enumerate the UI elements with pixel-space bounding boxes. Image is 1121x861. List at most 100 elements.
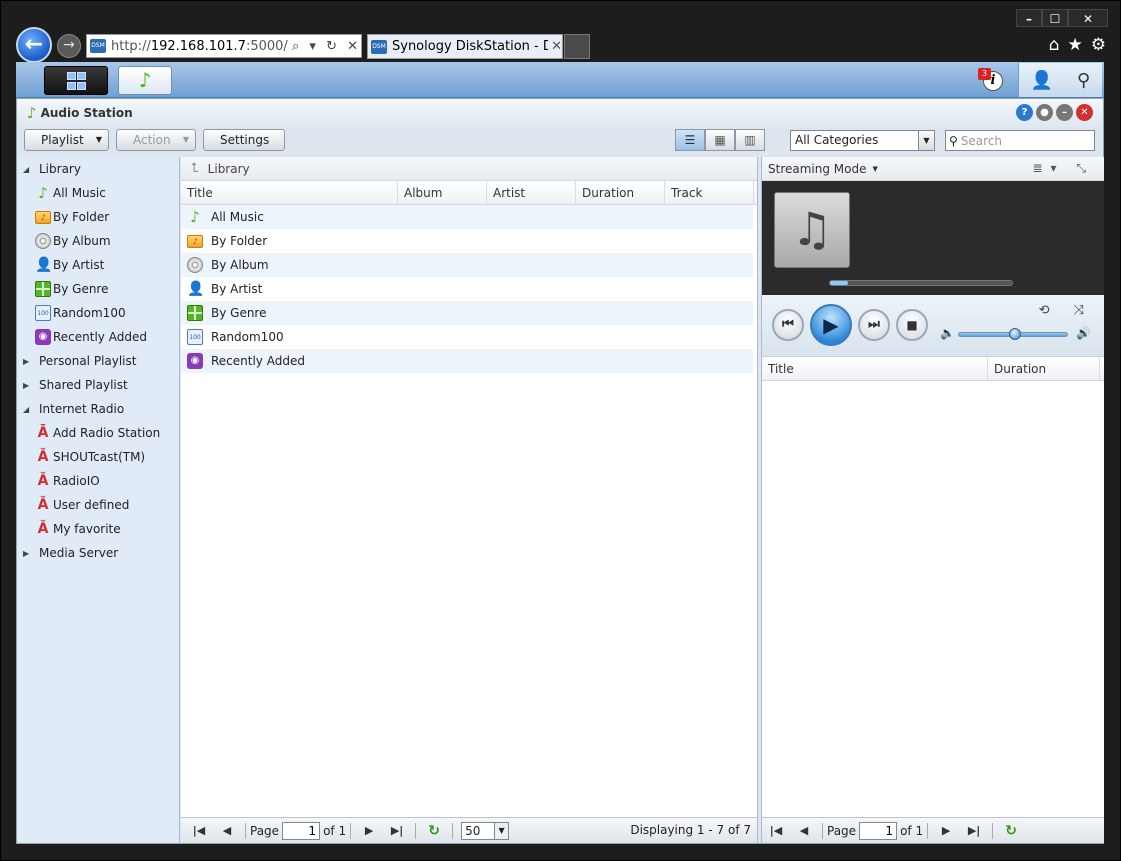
main-menu-button[interactable] <box>44 66 108 95</box>
refresh-icon[interactable]: ↻ <box>424 823 444 839</box>
row-title: Recently Added <box>211 354 305 368</box>
volume-slider-knob[interactable] <box>1009 328 1022 340</box>
coverflow-view-button[interactable]: ▥ <box>735 129 765 151</box>
tree-item-add-radio-station[interactable]: Ā Add Radio Station <box>35 423 161 443</box>
settings-gear-icon[interactable]: ⚙ <box>1091 35 1106 55</box>
last-page-icon[interactable]: ▶| <box>964 824 984 837</box>
repeat-shuffle-icons[interactable]: ⟲ ⤨ <box>1039 303 1094 318</box>
tree-item-by-album[interactable]: By Album <box>35 231 111 251</box>
last-page-icon[interactable]: ▶| <box>387 824 407 837</box>
pin-button[interactable]: ● <box>1036 104 1053 121</box>
table-row[interactable]: ◉ Recently Added <box>181 349 753 373</box>
collapsed-triangle-icon[interactable]: ▶ <box>23 357 33 366</box>
tree-item-random100[interactable]: 100 Random100 <box>35 303 126 323</box>
prev-page-icon[interactable]: ◀ <box>217 824 237 837</box>
list-view-button[interactable]: ☰ <box>675 129 705 151</box>
column-header-artist[interactable]: Artist <box>487 181 576 205</box>
collapsed-triangle-icon[interactable]: ▶ <box>23 549 33 558</box>
table-row[interactable]: By Album <box>181 253 753 277</box>
table-row[interactable]: By Genre <box>181 301 753 325</box>
action-button[interactable]: Action ▼ <box>116 129 196 151</box>
column-header-album[interactable]: Album <box>398 181 487 205</box>
table-row[interactable]: 100 Random100 <box>181 325 753 349</box>
tab-close-icon[interactable]: ✕ <box>551 39 562 54</box>
table-row[interactable]: 👤 By Artist <box>181 277 753 301</box>
queue-page-number-input[interactable] <box>859 821 898 840</box>
search-input[interactable] <box>960 133 1086 148</box>
table-row[interactable]: ♪ By Folder <box>181 229 753 253</box>
next-page-icon[interactable]: ▶ <box>936 824 956 837</box>
column-header-track[interactable]: Track <box>665 181 754 205</box>
close-window-button[interactable]: ✕ <box>1068 9 1108 27</box>
collapsed-triangle-icon[interactable]: ▶ <box>23 381 33 390</box>
stop-button[interactable]: ■ <box>896 309 928 341</box>
expanded-triangle-icon[interactable]: ◢ <box>23 165 33 174</box>
queue-column-duration[interactable]: Duration <box>988 357 1100 381</box>
playlist-button-label: Playlist <box>41 133 84 147</box>
audio-station-taskbar-button[interactable]: ♪ <box>118 66 172 95</box>
settings-button[interactable]: Settings <box>203 129 285 151</box>
category-select[interactable]: All Categories ▼ <box>790 130 935 151</box>
search-icon[interactable]: ⚲ <box>1077 70 1090 91</box>
browser-tab[interactable]: DSM Synology DiskStation - Di... ✕ <box>367 34 563 59</box>
first-page-icon[interactable]: |◀ <box>189 824 209 837</box>
tree-node-shared-playlist[interactable]: ▶ Shared Playlist <box>23 375 128 395</box>
app-close-button[interactable]: ✕ <box>1076 104 1093 121</box>
streaming-mode-select[interactable]: Streaming Mode <box>768 162 866 176</box>
chevron-down-icon[interactable]: ▼ <box>872 165 877 173</box>
refresh-icon[interactable]: ↻ <box>1001 823 1021 839</box>
page-size-value: 50 <box>465 823 481 838</box>
expanded-triangle-icon[interactable]: ◢ <box>23 405 33 414</box>
tree-item-by-artist[interactable]: 👤 By Artist <box>35 255 104 275</box>
url-text[interactable]: http://192.168.101.7:5000/webr <box>111 39 288 54</box>
user-icon[interactable]: 👤 <box>1031 70 1053 91</box>
page-number-input[interactable] <box>282 821 321 840</box>
help-button[interactable]: ? <box>1016 104 1033 121</box>
tree-item-all-music[interactable]: ♪ All Music <box>35 183 106 203</box>
notifications-button[interactable]: i 3 <box>978 68 1006 92</box>
tree-node-media-server[interactable]: ▶ Media Server <box>23 543 118 563</box>
next-page-icon[interactable]: ▶ <box>359 824 379 837</box>
chevron-down-icon[interactable]: ▼ <box>494 822 509 839</box>
playback-progress-bar[interactable] <box>829 280 1013 286</box>
next-track-button[interactable]: ⏭ <box>858 309 890 341</box>
app-minimize-button[interactable]: – <box>1056 104 1073 121</box>
page-size-select[interactable]: 50 ▼ <box>461 821 510 840</box>
tree-item-my-favorite[interactable]: Ă My favorite <box>35 519 121 539</box>
tree-item-shoutcast[interactable]: Ă SHOUTcast(TM) <box>35 447 146 467</box>
favorites-star-icon[interactable]: ★ <box>1068 35 1083 55</box>
queue-column-title[interactable]: Title <box>762 357 988 381</box>
previous-track-button[interactable]: ⏮ <box>772 309 804 341</box>
forward-button[interactable]: → <box>57 34 81 58</box>
up-folder-icon[interactable]: ⮤ <box>191 161 199 176</box>
tree-node-library[interactable]: ◢ Library <box>23 159 81 179</box>
column-header-duration[interactable]: Duration <box>576 181 665 205</box>
home-icon[interactable]: ⌂ <box>1049 35 1060 55</box>
category-select-value: All Categories <box>795 133 879 147</box>
first-page-icon[interactable]: |◀ <box>766 824 786 837</box>
address-bar-buttons[interactable]: ⌕ ▾ ↻ ✕ <box>292 39 361 54</box>
tree-node-personal-playlist[interactable]: ▶ Personal Playlist <box>23 351 136 371</box>
column-header-title[interactable]: Title <box>181 181 398 205</box>
new-tab-button[interactable] <box>564 34 590 59</box>
tree-item-radioio[interactable]: Ă RadioIO <box>35 471 100 491</box>
playlist-button[interactable]: Playlist ▼ <box>24 129 109 151</box>
tree-item-by-genre[interactable]: By Genre <box>35 279 109 299</box>
volume-slider[interactable] <box>958 328 1068 340</box>
play-button[interactable]: ▶ <box>810 304 852 346</box>
address-bar[interactable]: DSM http://192.168.101.7:5000/webr ⌕ ▾ ↻… <box>86 34 362 58</box>
tree-item-user-defined[interactable]: Ă User defined <box>35 495 130 515</box>
minimize-button[interactable]: – <box>1016 9 1042 27</box>
prev-page-icon[interactable]: ◀ <box>794 824 814 837</box>
maximize-button[interactable]: ☐ <box>1042 9 1068 27</box>
pager-divider <box>992 822 994 839</box>
grid-view-button[interactable]: ▦ <box>705 129 735 151</box>
table-row[interactable]: ♪ All Music <box>181 205 753 229</box>
library-tree: ◢ Library ♪ All Music ♪ By Folder By Album… <box>18 157 180 843</box>
back-button[interactable]: ← <box>16 27 52 63</box>
chevron-down-icon[interactable]: ▼ <box>918 131 934 150</box>
tree-node-internet-radio[interactable]: ◢ Internet Radio <box>23 399 124 419</box>
tree-item-by-folder[interactable]: ♪ By Folder <box>35 207 109 227</box>
tree-item-recently-added[interactable]: ◉ Recently Added <box>35 327 147 347</box>
player-view-options-icon[interactable]: ≣▾ ⤡ <box>1033 161 1095 176</box>
